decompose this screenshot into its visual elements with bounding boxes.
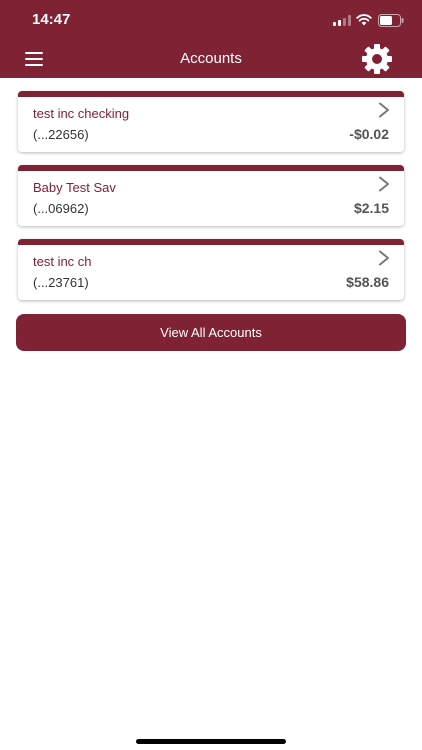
chevron-right-icon: [379, 102, 389, 118]
card-accent-strip: [18, 239, 404, 245]
account-balance: $58.86: [346, 274, 389, 290]
account-number: (...06962): [33, 201, 89, 216]
home-indicator: [136, 739, 286, 744]
cellular-signal-icon: [333, 15, 351, 26]
account-name: test inc checking: [33, 106, 130, 121]
chevron-right-icon: [379, 176, 389, 192]
account-name: Baby Test Sav: [33, 180, 116, 195]
account-balance: $2.15: [353, 200, 389, 216]
wifi-icon: [356, 14, 372, 26]
account-card[interactable]: Baby Test Sav (...06962) $2.15: [18, 165, 404, 226]
account-number: (...22656): [33, 127, 89, 142]
account-balance: -$0.02: [349, 126, 389, 142]
account-card[interactable]: test inc ch (...23761) $58.86: [18, 239, 404, 300]
app-header: 14:47 Accounts: [0, 0, 422, 78]
card-accent-strip: [18, 91, 404, 97]
status-time: 14:47: [32, 11, 71, 28]
battery-icon: [378, 14, 404, 27]
status-bar: 14:47: [0, 0, 422, 40]
page-title: Accounts: [180, 50, 242, 67]
chevron-right-icon: [379, 250, 389, 266]
view-all-accounts-button[interactable]: View All Accounts: [16, 314, 406, 351]
account-name: test inc ch: [33, 254, 92, 269]
account-number: (...23761): [33, 275, 89, 290]
gear-icon[interactable]: [360, 42, 394, 76]
card-accent-strip: [18, 165, 404, 171]
account-card[interactable]: test inc checking (...22656) -$0.02: [18, 91, 404, 152]
